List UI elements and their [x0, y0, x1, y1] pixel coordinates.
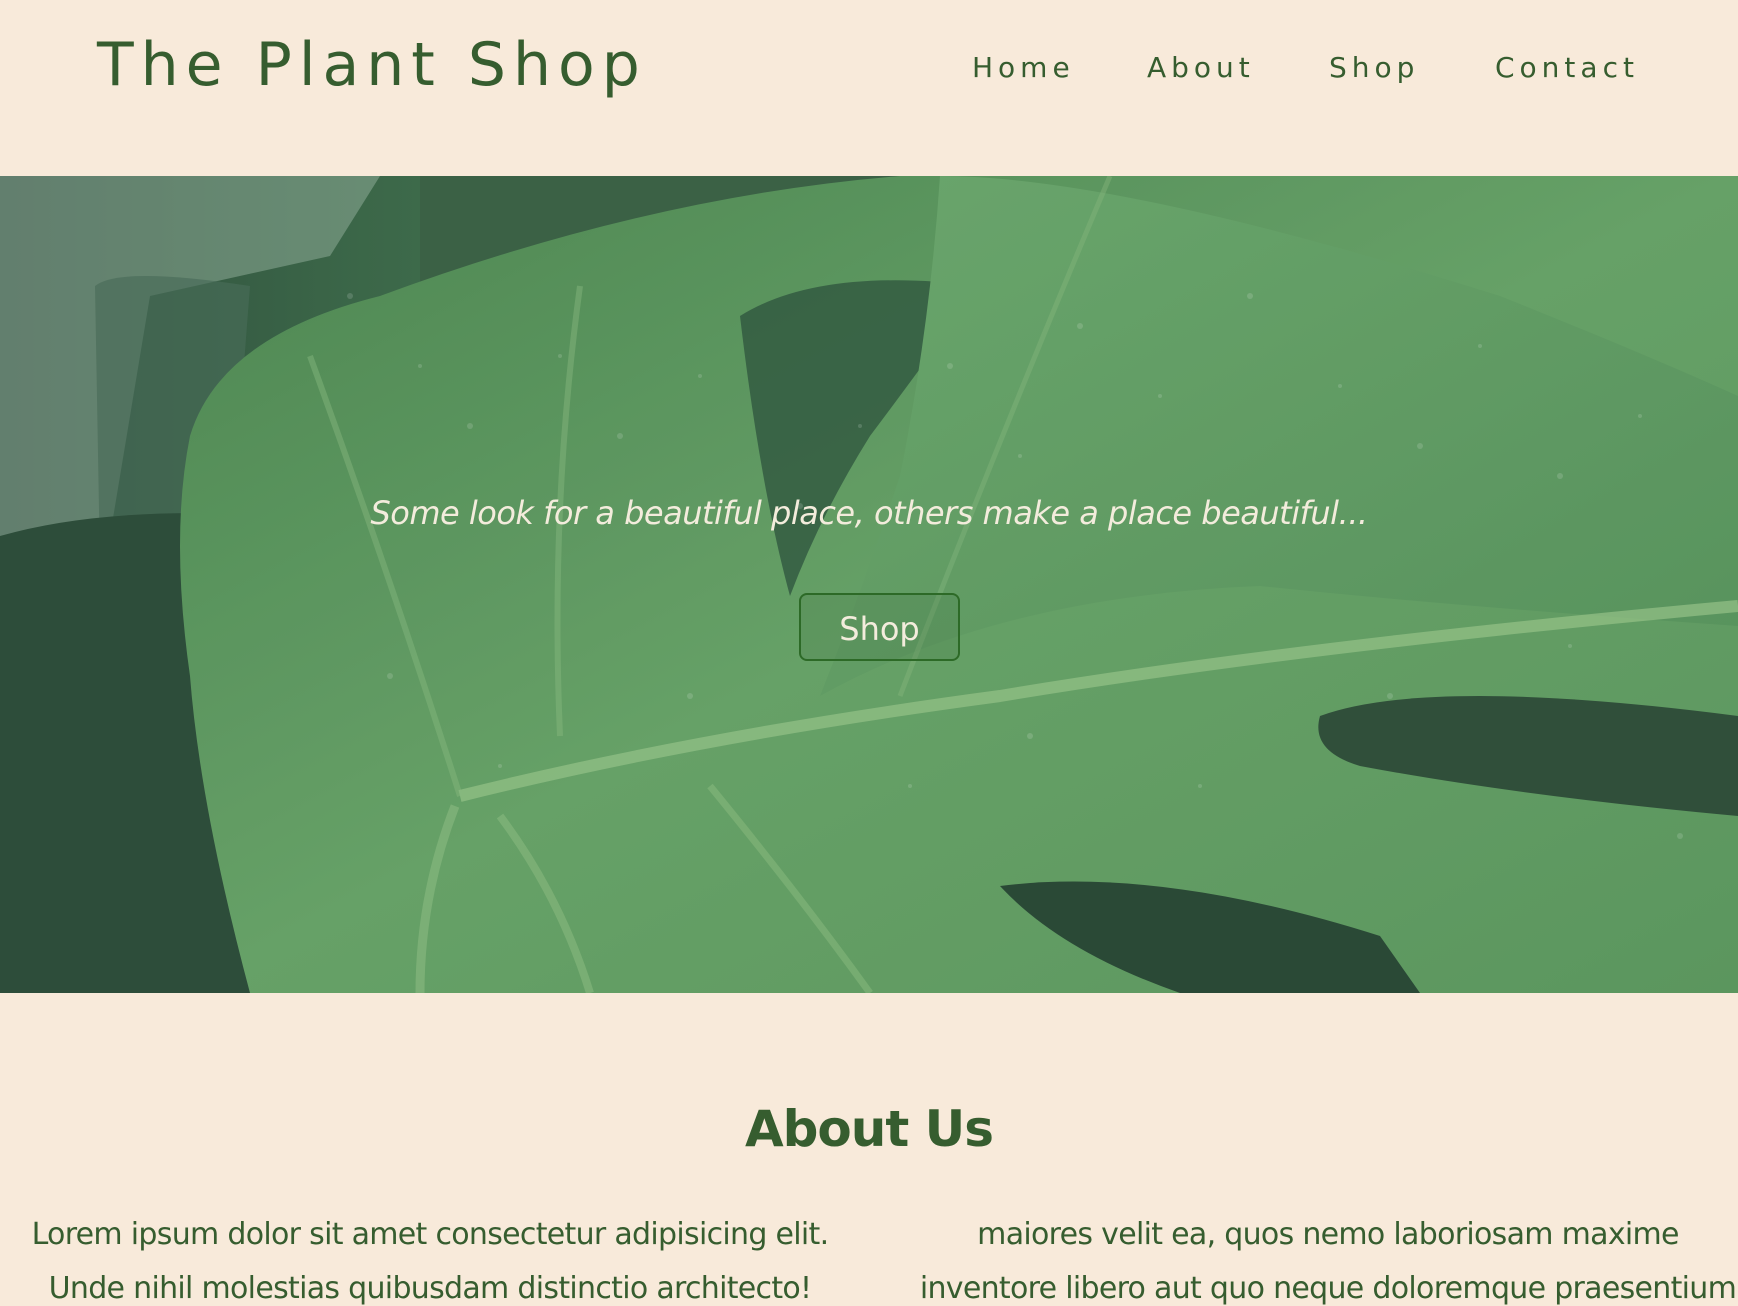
hero-banner: Some look for a beautiful place, others …: [0, 176, 1738, 993]
plant-shop-page: The Plant Shop Home About Shop Contact S…: [0, 0, 1738, 1306]
about-columns: Lorem ipsum dolor sit amet consectetur a…: [0, 1178, 1738, 1306]
hero-shop-button[interactable]: Shop: [799, 593, 960, 661]
nav-contact[interactable]: Contact: [1495, 48, 1639, 88]
main-navigation: Home About Shop Contact: [972, 48, 1672, 88]
site-header: The Plant Shop Home About Shop Contact: [0, 0, 1738, 176]
about-title: About Us: [744, 1099, 994, 1158]
nav-shop[interactable]: Shop: [1329, 48, 1419, 88]
nav-home[interactable]: Home: [972, 48, 1075, 88]
about-left-text: Lorem ipsum dolor sit amet consectetur a…: [31, 1217, 830, 1306]
site-title[interactable]: The Plant Shop: [97, 26, 647, 104]
nav-about[interactable]: About: [1147, 48, 1255, 88]
hero-tint-overlay: [0, 176, 1738, 993]
about-right-text: maiores velit ea, quos nemo laboriosam m…: [919, 1217, 1737, 1306]
hero-tagline: Some look for a beautiful place, others …: [370, 494, 1368, 532]
